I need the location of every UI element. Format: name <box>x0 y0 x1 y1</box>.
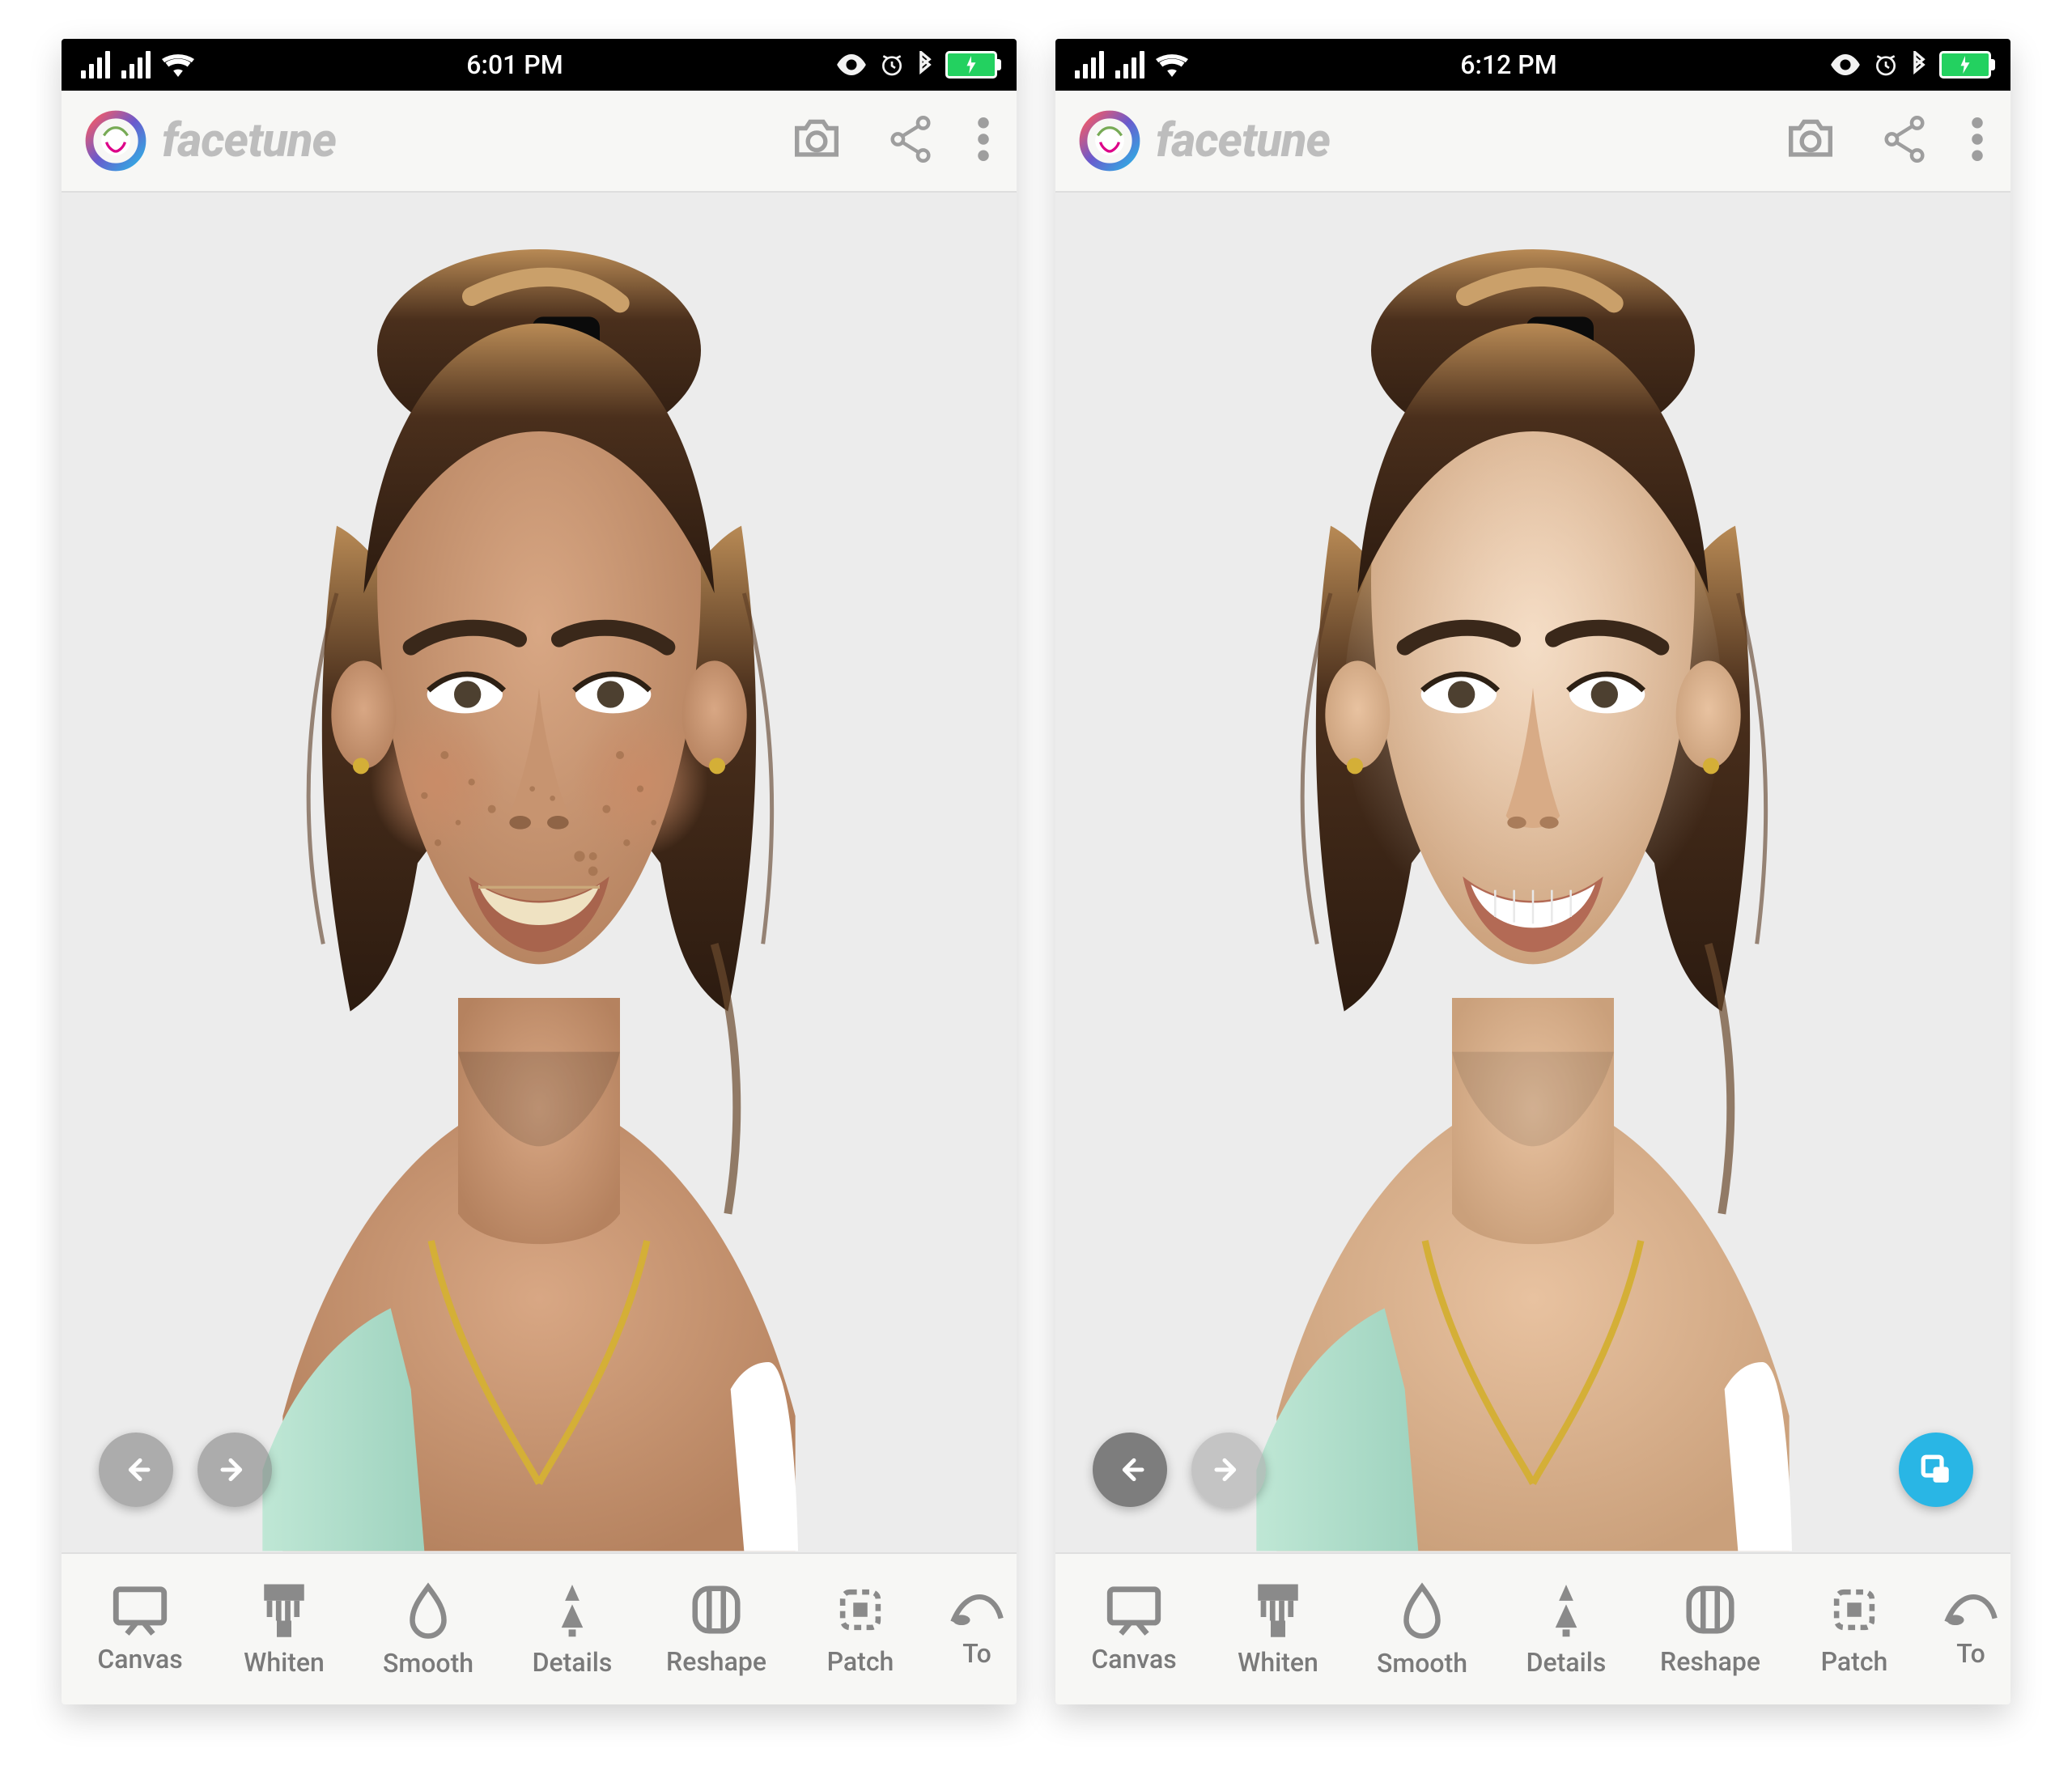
eye-icon <box>835 54 868 75</box>
details-icon <box>1541 1581 1591 1639</box>
battery-icon <box>945 51 997 79</box>
smooth-icon <box>407 1580 449 1640</box>
app-brand-name: facetune <box>1156 113 1330 168</box>
whiten-icon <box>1252 1581 1304 1639</box>
tool-tones[interactable]: To <box>1926 1590 2010 1669</box>
undo-button[interactable] <box>1093 1433 1167 1507</box>
alarm-icon <box>1873 52 1899 78</box>
tool-whiten[interactable]: Whiten <box>212 1581 356 1678</box>
tool-canvas-label: Canvas <box>97 1644 182 1674</box>
tool-smooth-label: Smooth <box>383 1648 473 1679</box>
canvas-icon <box>110 1584 170 1636</box>
tool-whiten-label: Whiten <box>1238 1647 1318 1678</box>
more-vertical-icon <box>978 117 989 161</box>
phone-screenshot-after: 6:12 PM <box>1055 39 2010 1704</box>
status-bar: 6:01 PM <box>62 39 1017 91</box>
bottom-toolbar: Canvas Whiten Smooth Details Reshape <box>62 1552 1017 1704</box>
tool-reshape-label: Reshape <box>1660 1646 1760 1677</box>
details-icon <box>547 1581 597 1639</box>
tool-canvas[interactable]: Canvas <box>1062 1584 1206 1674</box>
eye-icon <box>1829 54 1862 75</box>
signal-bars-icon <box>1075 51 1104 79</box>
camera-button[interactable] <box>1784 117 1837 164</box>
reshape-icon <box>1682 1581 1739 1638</box>
bluetooth-icon <box>1910 51 1928 79</box>
wifi-icon <box>1156 52 1188 78</box>
camera-icon <box>790 117 843 161</box>
patch-icon <box>832 1581 889 1638</box>
bluetooth-icon <box>916 51 934 79</box>
compare-icon <box>1919 1453 1953 1487</box>
portrait-photo <box>134 241 944 1552</box>
facetune-logo-icon <box>1078 109 1141 172</box>
reshape-icon <box>688 1581 745 1638</box>
signal-bars-icon <box>121 51 151 79</box>
tool-smooth-label: Smooth <box>1377 1648 1467 1679</box>
share-button[interactable] <box>1883 116 1926 166</box>
app-brand: facetune <box>1078 109 1330 172</box>
camera-icon <box>1784 117 1837 161</box>
canvas-icon <box>1104 1584 1164 1636</box>
signal-bars-icon <box>81 51 110 79</box>
tool-reshape[interactable]: Reshape <box>1638 1581 1782 1677</box>
arrow-left-icon <box>1114 1454 1146 1486</box>
editing-canvas[interactable] <box>1055 193 2010 1552</box>
redo-button[interactable] <box>1191 1433 1266 1507</box>
whiten-icon <box>258 1581 310 1639</box>
tool-details[interactable]: Details <box>500 1581 644 1678</box>
tones-icon <box>1942 1590 2000 1630</box>
signal-bars-icon <box>1115 51 1144 79</box>
tones-icon <box>948 1590 1006 1630</box>
bottom-toolbar: Canvas Whiten Smooth Details Reshape <box>1055 1552 2010 1704</box>
share-icon <box>1883 116 1926 163</box>
arrow-right-icon <box>1212 1454 1245 1486</box>
undo-button[interactable] <box>99 1433 173 1507</box>
redo-button[interactable] <box>197 1433 272 1507</box>
camera-button[interactable] <box>790 117 843 164</box>
overflow-menu-button[interactable] <box>978 117 989 164</box>
more-vertical-icon <box>1972 117 1983 161</box>
app-brand: facetune <box>84 109 336 172</box>
tool-reshape[interactable]: Reshape <box>644 1581 788 1677</box>
phone-screenshot-before: 6:01 PM <box>62 39 1017 1704</box>
status-time: 6:12 PM <box>1460 49 1556 80</box>
tool-tones-label: To <box>1956 1638 1985 1669</box>
share-icon <box>889 116 932 163</box>
overflow-menu-button[interactable] <box>1972 117 1983 164</box>
tool-patch[interactable]: Patch <box>1782 1581 1926 1677</box>
share-button[interactable] <box>889 116 932 166</box>
portrait-photo <box>1128 241 1938 1552</box>
status-bar: 6:12 PM <box>1055 39 2010 91</box>
facetune-logo-icon <box>84 109 147 172</box>
app-header: facetune <box>1055 91 2010 193</box>
wifi-icon <box>162 52 194 78</box>
arrow-left-icon <box>120 1454 152 1486</box>
app-brand-name: facetune <box>162 113 336 168</box>
tool-canvas-label: Canvas <box>1091 1644 1176 1674</box>
compare-button[interactable] <box>1899 1433 1973 1507</box>
tool-canvas[interactable]: Canvas <box>68 1584 212 1674</box>
battery-icon <box>1939 51 1991 79</box>
tool-smooth[interactable]: Smooth <box>1350 1580 1494 1679</box>
editing-canvas[interactable] <box>62 193 1017 1552</box>
tool-smooth[interactable]: Smooth <box>356 1580 500 1679</box>
tool-patch-label: Patch <box>827 1646 894 1677</box>
tool-tones[interactable]: To <box>932 1590 1017 1669</box>
arrow-right-icon <box>219 1454 251 1486</box>
tool-whiten[interactable]: Whiten <box>1206 1581 1350 1678</box>
smooth-icon <box>1401 1580 1443 1640</box>
status-time: 6:01 PM <box>466 49 563 80</box>
tool-reshape-label: Reshape <box>666 1646 766 1677</box>
alarm-icon <box>879 52 905 78</box>
app-header: facetune <box>62 91 1017 193</box>
tool-whiten-label: Whiten <box>244 1647 325 1678</box>
tool-details[interactable]: Details <box>1494 1581 1638 1678</box>
tool-patch[interactable]: Patch <box>788 1581 932 1677</box>
tool-details-label: Details <box>1526 1647 1607 1678</box>
tool-tones-label: To <box>962 1638 991 1669</box>
tool-patch-label: Patch <box>1821 1646 1888 1677</box>
patch-icon <box>1826 1581 1883 1638</box>
tool-details-label: Details <box>533 1647 613 1678</box>
